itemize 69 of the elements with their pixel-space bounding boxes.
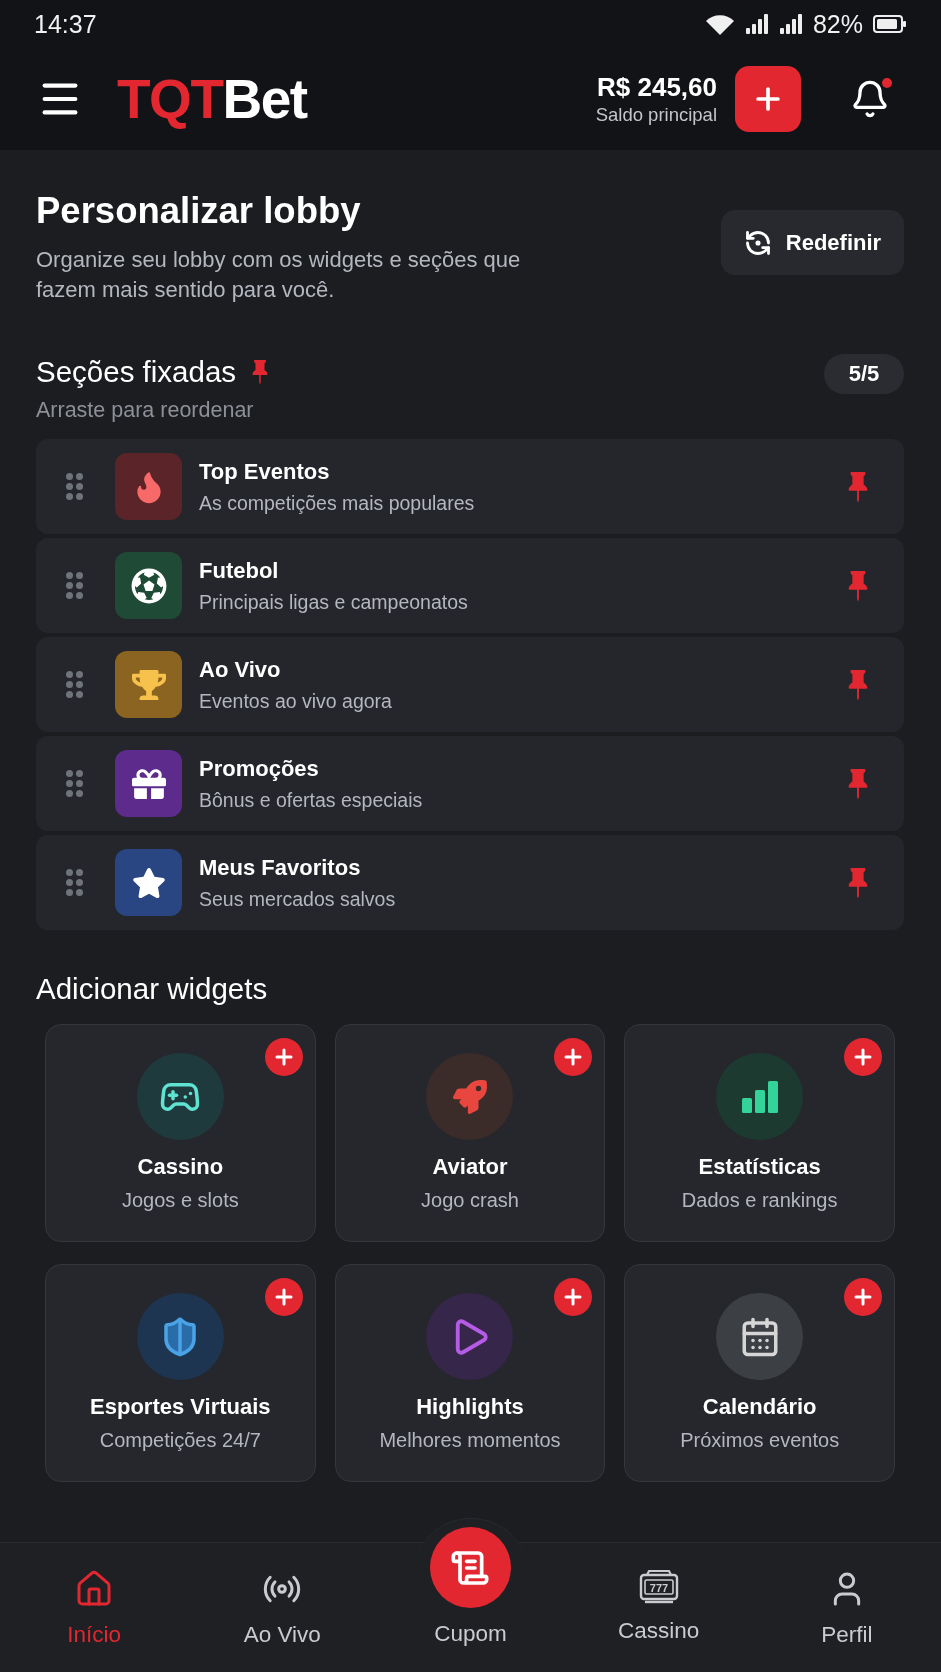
widget-card[interactable]: Aviator Jogo crash bbox=[334, 1024, 606, 1242]
pinned-section-row[interactable]: Futebol Principais ligas e campeonatos bbox=[36, 538, 904, 633]
drag-handle-icon[interactable] bbox=[66, 671, 83, 698]
balance-amount: R$ 245,60 bbox=[597, 72, 717, 102]
status-time: 14:37 bbox=[34, 9, 97, 39]
nav-tab[interactable]: Ao Vivo bbox=[233, 1543, 331, 1654]
page-title: Personalizar lobby bbox=[36, 190, 362, 232]
nav-tab[interactable]: Início bbox=[57, 1543, 131, 1654]
section-heading: Seções fixadas bbox=[36, 355, 237, 389]
section-description: Bônus e ofertas especiais bbox=[199, 787, 424, 812]
pinned-section-row[interactable]: Top Eventos As competições mais populares bbox=[36, 439, 904, 534]
widget-name: Cassino bbox=[137, 1153, 224, 1181]
widget-description: Jogos e slots bbox=[121, 1188, 239, 1212]
widget-name: Aviator bbox=[432, 1153, 508, 1181]
nav-tab[interactable]: 777 Cassino bbox=[608, 1543, 710, 1650]
section-description: Principais ligas e campeonatos bbox=[199, 589, 469, 614]
battery-percentage: 82% bbox=[812, 9, 863, 39]
widget-description: Jogo crash bbox=[421, 1188, 519, 1212]
reset-icon bbox=[743, 228, 772, 257]
section-description: Eventos ao vivo agora bbox=[199, 688, 393, 713]
signal-icon bbox=[778, 13, 803, 35]
drag-handle-icon[interactable] bbox=[66, 572, 83, 599]
pinned-section-row[interactable]: Ao Vivo Eventos ao vivo agora bbox=[36, 637, 904, 732]
widget-name: Estatísticas bbox=[698, 1153, 821, 1181]
section-description: As competições mais populares bbox=[199, 490, 476, 515]
widget-description: Melhores momentos bbox=[379, 1428, 561, 1452]
bell-icon[interactable] bbox=[850, 79, 890, 119]
nav-tab[interactable]: Perfil bbox=[811, 1543, 883, 1654]
drag-handle-icon[interactable] bbox=[66, 473, 83, 500]
brand-logo: TQTBet bbox=[117, 71, 307, 127]
widget-name: Highlights bbox=[416, 1393, 524, 1421]
widget-description: Dados e rankings bbox=[681, 1188, 838, 1212]
add-widget-button[interactable] bbox=[554, 1038, 593, 1076]
section-title: Meus Favoritos bbox=[199, 854, 362, 881]
add-widget-button[interactable] bbox=[264, 1278, 303, 1316]
section-hint: Arraste para reordenar bbox=[36, 397, 255, 423]
nav-tab[interactable]: Cupom bbox=[420, 1527, 521, 1653]
reset-button[interactable]: Redefinir bbox=[721, 210, 904, 275]
section-title: Ao Vivo bbox=[199, 656, 282, 683]
pinned-section-row[interactable]: Promoções Bônus e ofertas especiais bbox=[36, 736, 904, 831]
section-description: Seus mercados salvos bbox=[199, 886, 397, 911]
add-widget-button[interactable] bbox=[264, 1038, 303, 1076]
pinned-section-row[interactable]: Meus Favoritos Seus mercados salvos bbox=[36, 835, 904, 930]
drag-handle-icon[interactable] bbox=[66, 770, 83, 797]
count-badge: 5/5 bbox=[824, 354, 904, 394]
section-heading: Adicionar widgets bbox=[36, 972, 269, 1006]
widget-card[interactable]: Cassino Jogos e slots bbox=[45, 1024, 316, 1242]
balance-label: Saldo principal bbox=[595, 104, 717, 126]
add-funds-button[interactable] bbox=[735, 66, 801, 132]
widget-name: Calendário bbox=[702, 1393, 817, 1421]
signal-icon bbox=[744, 13, 769, 35]
widget-description: Próximos eventos bbox=[680, 1428, 840, 1452]
add-widget-button[interactable] bbox=[844, 1278, 882, 1316]
add-widget-button[interactable] bbox=[844, 1038, 882, 1076]
widget-card[interactable]: Esportes Virtuais Competições 24/7 bbox=[45, 1264, 316, 1482]
widget-description: Competições 24/7 bbox=[99, 1428, 261, 1452]
drag-handle-icon[interactable] bbox=[66, 869, 83, 896]
wifi-icon bbox=[704, 12, 735, 36]
section-title: Futebol bbox=[199, 557, 280, 584]
scroll-icon bbox=[430, 1527, 511, 1608]
add-widget-button[interactable] bbox=[554, 1278, 593, 1316]
widget-card[interactable]: Highlights Melhores momentos bbox=[334, 1264, 606, 1482]
battery-icon bbox=[873, 14, 907, 34]
widget-card[interactable]: Estatísticas Dados e rankings bbox=[624, 1024, 895, 1242]
widget-name: Esportes Virtuais bbox=[90, 1393, 271, 1421]
section-title: Top Eventos bbox=[199, 458, 331, 485]
widget-card[interactable]: Calendário Próximos eventos bbox=[624, 1264, 895, 1482]
section-title: Promoções bbox=[199, 755, 320, 782]
page-description: Organize seu lobby com os widgets e seções que fazem mais sentido para você. bbox=[36, 246, 522, 304]
